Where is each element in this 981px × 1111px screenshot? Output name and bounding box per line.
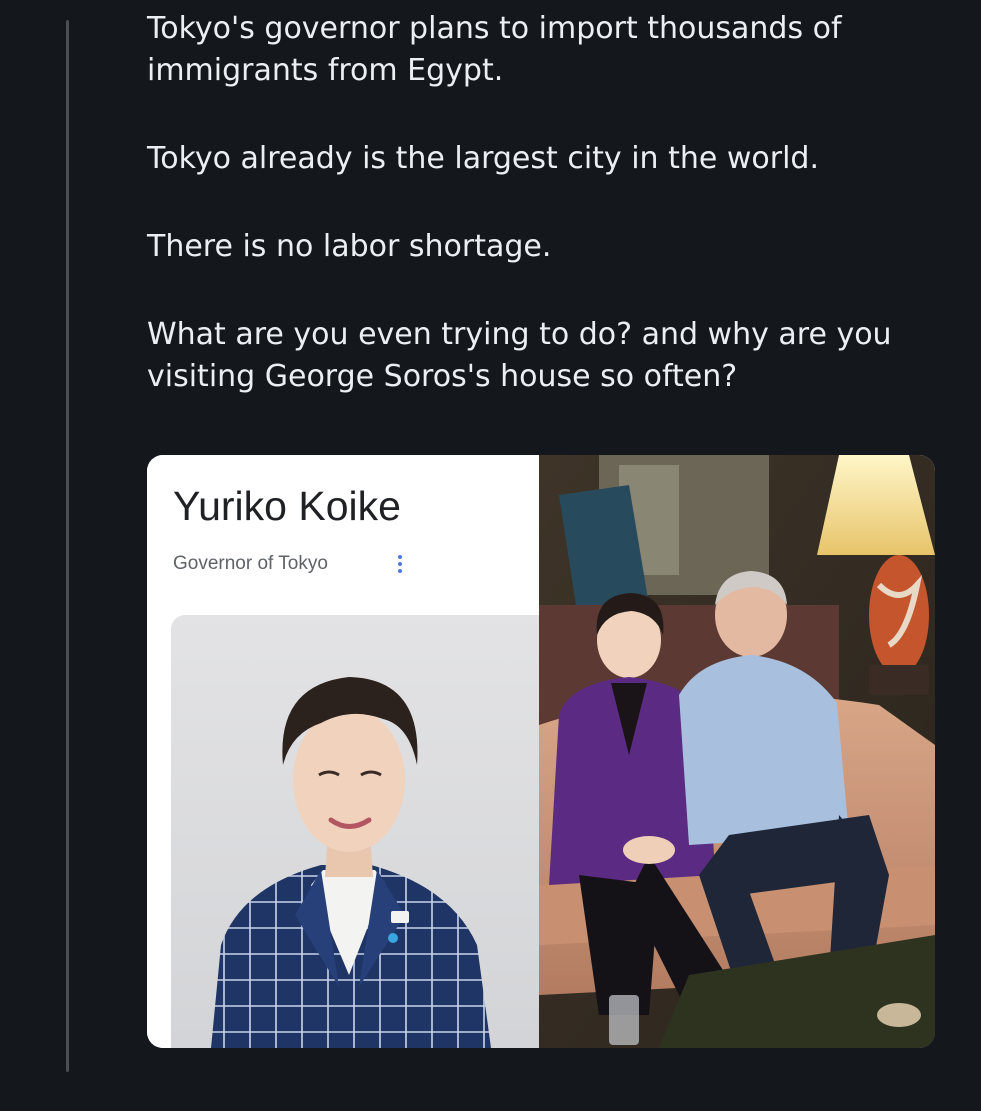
post-paragraph: Tokyo's governor plans to import thousan…: [147, 11, 842, 88]
post-paragraph: Tokyo already is the largest city in the…: [147, 141, 819, 176]
thread-line: [66, 20, 69, 1072]
portrait-photo: [171, 615, 539, 1048]
vertical-dots-icon[interactable]: [395, 551, 405, 577]
post-paragraph: What are you even trying to do? and why …: [147, 317, 892, 394]
person-title: Governor of Tokyo: [173, 553, 328, 574]
post-image[interactable]: Yuriko Koike Governor of Tokyo: [147, 455, 935, 1048]
knowledge-panel: Yuriko Koike Governor of Tokyo: [147, 455, 539, 1048]
living-room-photo: [539, 455, 935, 1048]
post-paragraph: There is no labor shortage.: [147, 229, 552, 264]
post-body: Tokyo's governor plans to import thousan…: [147, 8, 977, 444]
person-name: Yuriko Koike: [173, 483, 401, 529]
